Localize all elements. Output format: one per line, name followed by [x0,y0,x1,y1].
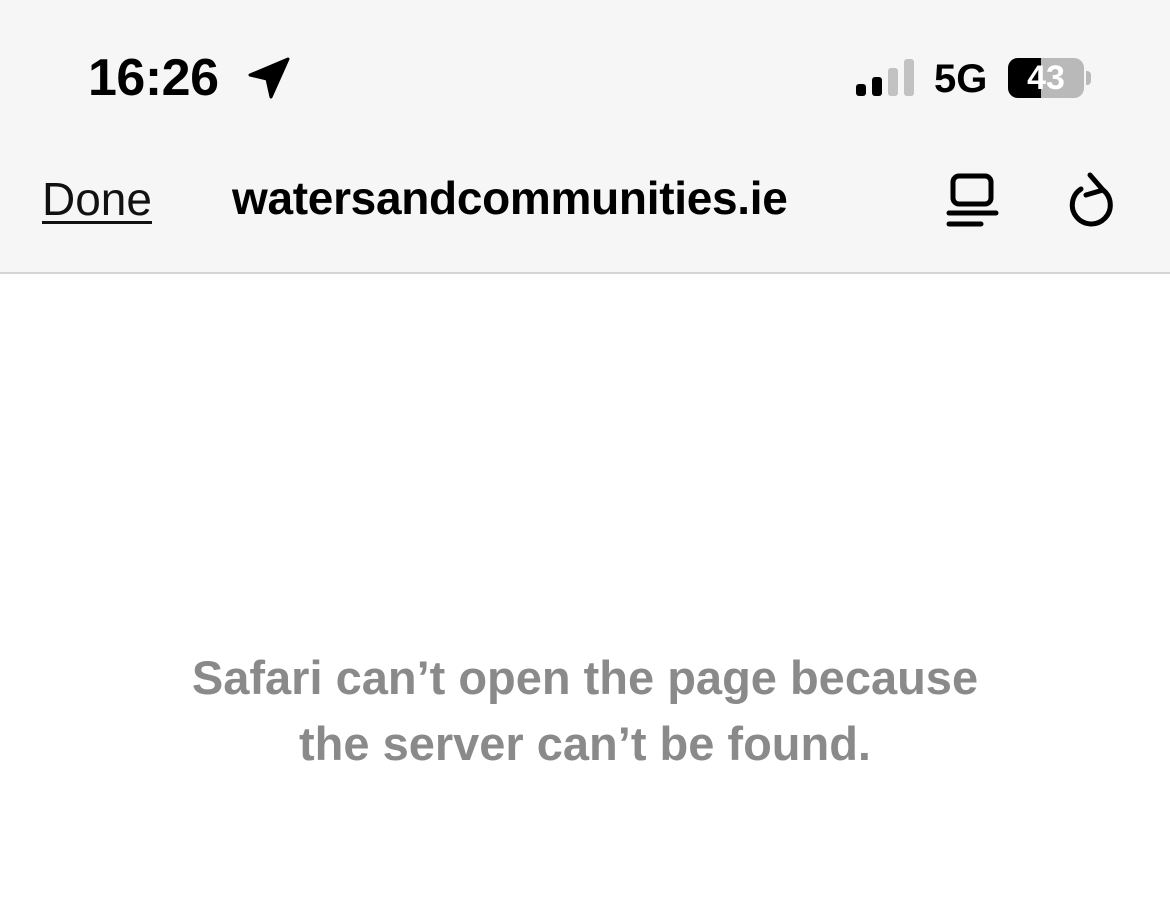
status-time: 16:26 [88,49,219,107]
battery-cap [1086,71,1091,85]
error-message: Safari can’t open the page because the s… [85,645,1085,777]
reload-icon[interactable] [1062,170,1120,232]
done-button[interactable]: Done [42,172,152,226]
page-url: watersandcommunities.ie [232,172,788,224]
error-line-2: the server can’t be found. [299,717,871,770]
network-type: 5G [934,57,988,101]
error-line-1: Safari can’t open the page because [191,651,979,704]
location-arrow-icon [248,57,290,99]
safari-view-controller: 16:26 5G 43 Done watersandcommunities.ie [0,0,1170,902]
battery-icon: 43 [1008,58,1084,98]
cellular-signal-icon [856,59,914,96]
battery-percentage: 43 [1027,59,1065,97]
reader-view-icon[interactable] [944,172,1002,230]
browser-chrome: 16:26 5G 43 Done watersandcommunities.ie [0,0,1170,274]
